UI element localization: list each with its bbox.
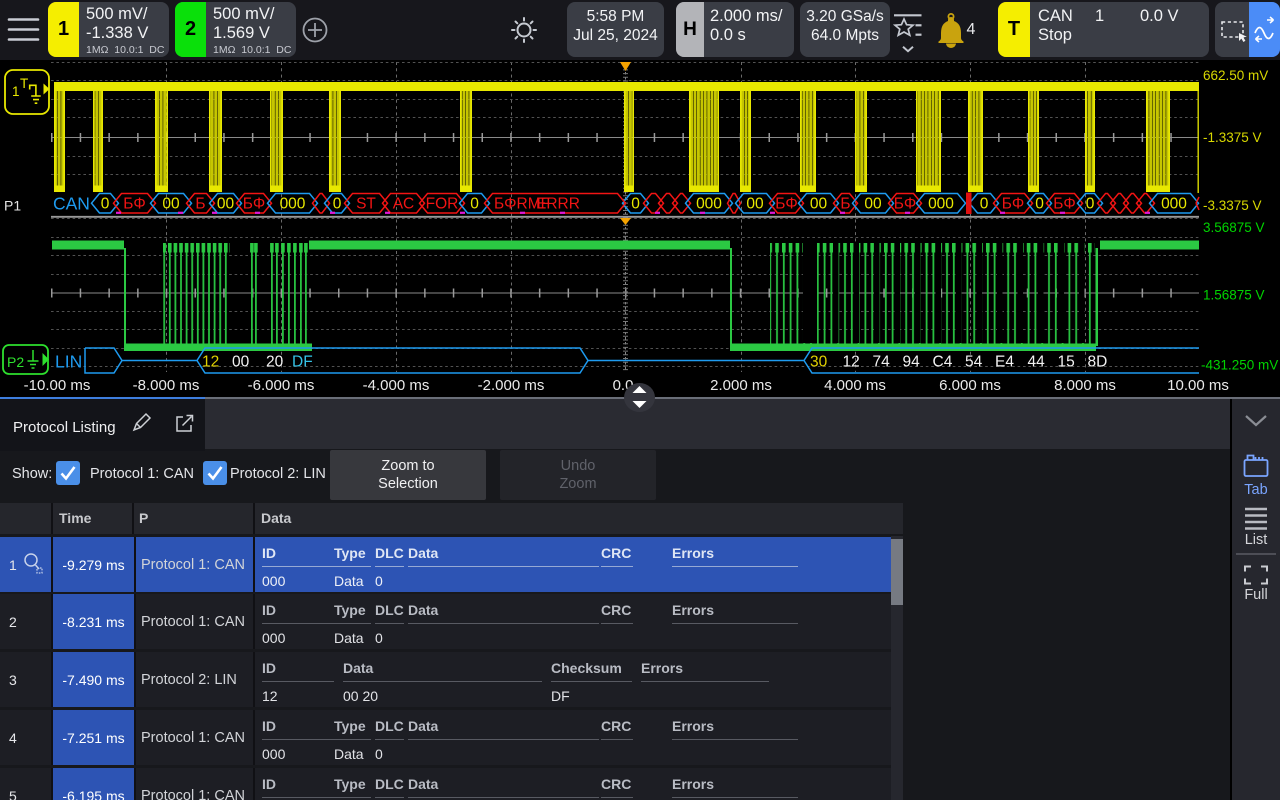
svg-text:CAN: CAN xyxy=(53,194,90,214)
svg-text:000: 000 xyxy=(696,196,722,213)
svg-text:0: 0 xyxy=(333,196,342,213)
svg-text:DF: DF xyxy=(292,354,313,371)
svg-text:ST: ST xyxy=(356,196,376,213)
svg-text:0: 0 xyxy=(470,196,479,213)
svg-text:-6.000 ms: -6.000 ms xyxy=(248,377,315,394)
svg-text:0: 0 xyxy=(980,196,989,213)
svg-text:T: T xyxy=(20,76,28,91)
svg-text:0: 0 xyxy=(631,196,640,213)
svg-text:БΦ: БΦ xyxy=(243,196,266,213)
svg-text:Full: Full xyxy=(1244,587,1267,603)
svg-text:74: 74 xyxy=(873,354,891,371)
svg-text:1.56875 V: 1.56875 V xyxy=(1203,288,1265,303)
svg-text:ERRR: ERRR xyxy=(536,196,580,213)
svg-text:FOR: FOR xyxy=(426,196,459,213)
svg-text:10.00 ms: 10.00 ms xyxy=(1167,377,1229,394)
svg-text:БΦ: БΦ xyxy=(775,196,798,213)
svg-text:3.56875 V: 3.56875 V xyxy=(1203,220,1265,235)
svg-text:Б: Б xyxy=(195,196,205,213)
svg-text:-10.00 ms: -10.00 ms xyxy=(24,377,91,394)
svg-text:Tab: Tab xyxy=(1244,482,1267,498)
svg-text:8D: 8D xyxy=(1088,354,1108,371)
svg-text:P1: P1 xyxy=(4,198,21,214)
svg-text:E4: E4 xyxy=(995,354,1014,371)
svg-text:БΦ: БΦ xyxy=(123,196,146,213)
svg-text:94: 94 xyxy=(903,354,921,371)
svg-text:12: 12 xyxy=(202,354,219,371)
svg-text:15: 15 xyxy=(1058,354,1075,371)
svg-text:6.000 ms: 6.000 ms xyxy=(939,377,1001,394)
svg-text:00: 00 xyxy=(162,196,180,213)
svg-text:8.000 ms: 8.000 ms xyxy=(1054,377,1116,394)
svg-text:2.000 ms: 2.000 ms xyxy=(710,377,772,394)
svg-text:LIN: LIN xyxy=(55,352,82,372)
svg-text:-2.000 ms: -2.000 ms xyxy=(478,377,545,394)
svg-text:000: 000 xyxy=(280,196,306,213)
svg-text:AC: AC xyxy=(393,196,415,213)
svg-text:-1.3375 V: -1.3375 V xyxy=(1203,130,1262,145)
svg-text:0: 0 xyxy=(1035,196,1044,213)
svg-text:4.000 ms: 4.000 ms xyxy=(824,377,886,394)
svg-text:4: 4 xyxy=(967,21,976,38)
svg-text:P2: P2 xyxy=(7,354,24,370)
svg-text:Б: Б xyxy=(840,196,850,213)
svg-text:30: 30 xyxy=(810,354,828,371)
svg-text:44: 44 xyxy=(1028,354,1046,371)
svg-text:54: 54 xyxy=(965,354,983,371)
svg-text:662.50 mV: 662.50 mV xyxy=(1203,68,1268,83)
svg-text:List: List xyxy=(1245,532,1268,548)
svg-text:00: 00 xyxy=(746,196,764,213)
svg-text:БΦ: БΦ xyxy=(1002,196,1025,213)
svg-text:0: 0 xyxy=(1086,196,1095,213)
svg-text:БΦ: БΦ xyxy=(894,196,917,213)
svg-text:000: 000 xyxy=(928,196,954,213)
svg-text:00: 00 xyxy=(810,196,828,213)
svg-text:000: 000 xyxy=(1161,196,1187,213)
svg-text:-3.3375 V: -3.3375 V xyxy=(1203,198,1262,213)
svg-text:20: 20 xyxy=(266,354,284,371)
svg-text:12: 12 xyxy=(843,354,860,371)
svg-text:00: 00 xyxy=(232,354,250,371)
svg-text:-4.000 ms: -4.000 ms xyxy=(363,377,430,394)
svg-text:0: 0 xyxy=(101,196,110,213)
svg-text:C4: C4 xyxy=(933,354,953,371)
svg-text:00: 00 xyxy=(864,196,882,213)
svg-text:-431.250 mV: -431.250 mV xyxy=(1201,358,1278,373)
svg-text:00: 00 xyxy=(217,196,235,213)
svg-text:БΦ: БΦ xyxy=(1053,196,1076,213)
svg-text:1: 1 xyxy=(12,84,20,99)
svg-text:-8.000 ms: -8.000 ms xyxy=(133,377,200,394)
